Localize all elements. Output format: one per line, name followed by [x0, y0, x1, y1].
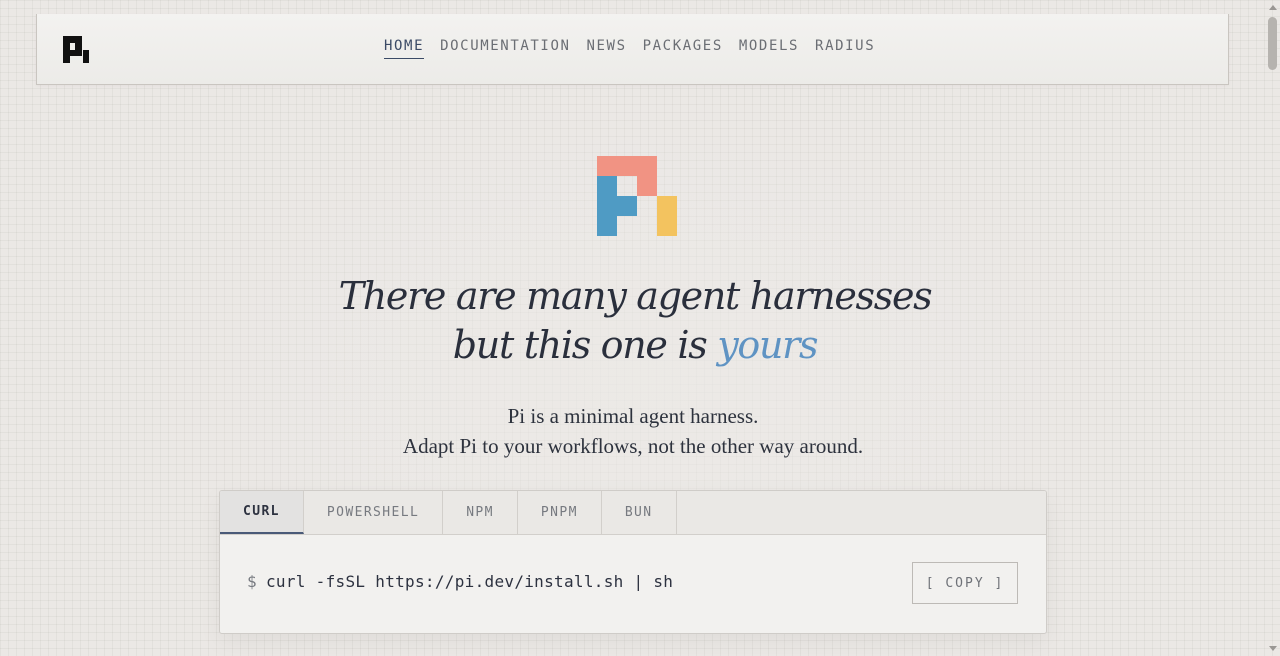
nav-link-models[interactable]: MODELS — [739, 38, 799, 59]
nav-link-documentation[interactable]: DOCUMENTATION — [440, 38, 570, 59]
nav-link-packages[interactable]: PACKAGES — [643, 38, 723, 59]
main-nav: HOME DOCUMENTATION NEWS PACKAGES MODELS … — [384, 38, 891, 59]
install-command[interactable]: curl -fsSL https://pi.dev/install.sh | s… — [266, 572, 673, 591]
command-row: $ curl -fsSL https://pi.dev/install.sh |… — [220, 535, 1046, 633]
scrollbar-thumb[interactable] — [1268, 17, 1277, 70]
tab-bun[interactable]: BUN — [602, 491, 677, 534]
site-header: HOME DOCUMENTATION NEWS PACKAGES MODELS … — [36, 14, 1229, 85]
tab-curl[interactable]: CURL — [220, 491, 304, 534]
install-card: CURL POWERSHELL NPM PNPM BUN $ curl -fsS… — [219, 490, 1047, 634]
nav-link-home[interactable]: HOME — [384, 38, 425, 59]
pi-logo-mark — [63, 36, 89, 63]
headline-line-1: There are many agent harnesses — [338, 274, 933, 318]
tab-npm[interactable]: NPM — [443, 491, 518, 534]
copy-button[interactable]: [ COPY ] — [912, 562, 1018, 604]
install-tab-bar: CURL POWERSHELL NPM PNPM BUN — [220, 491, 1046, 535]
nav-link-radius[interactable]: RADIUS — [815, 38, 875, 59]
scroll-up-arrow-icon[interactable] — [1269, 5, 1277, 10]
pi-color-logo-icon — [597, 156, 677, 236]
nav-link-news[interactable]: NEWS — [587, 38, 627, 59]
hero-headline: There are many agent harnesses but this … — [240, 272, 1030, 370]
tab-powershell[interactable]: POWERSHELL — [304, 491, 444, 534]
page-scrollbar[interactable] — [1265, 0, 1280, 656]
scroll-down-arrow-icon[interactable] — [1269, 646, 1277, 651]
command-prompt: $ — [247, 572, 257, 591]
headline-accent-word: yours — [717, 323, 818, 367]
headline-line-2: but this one is yours — [240, 321, 1030, 370]
hero-tagline: Pi is a minimal agent harness. Adapt Pi … — [240, 401, 1026, 461]
headline-line-2-prefix: but this one is — [452, 323, 708, 367]
tagline-line-2: Adapt Pi to your workflows, not the othe… — [402, 434, 864, 458]
pi-color-logo-mark — [597, 156, 677, 236]
tab-pnpm[interactable]: PNPM — [518, 491, 602, 534]
pi-logo-icon[interactable] — [63, 36, 91, 64]
tagline-line-1: Pi is a minimal agent harness. — [507, 404, 759, 428]
